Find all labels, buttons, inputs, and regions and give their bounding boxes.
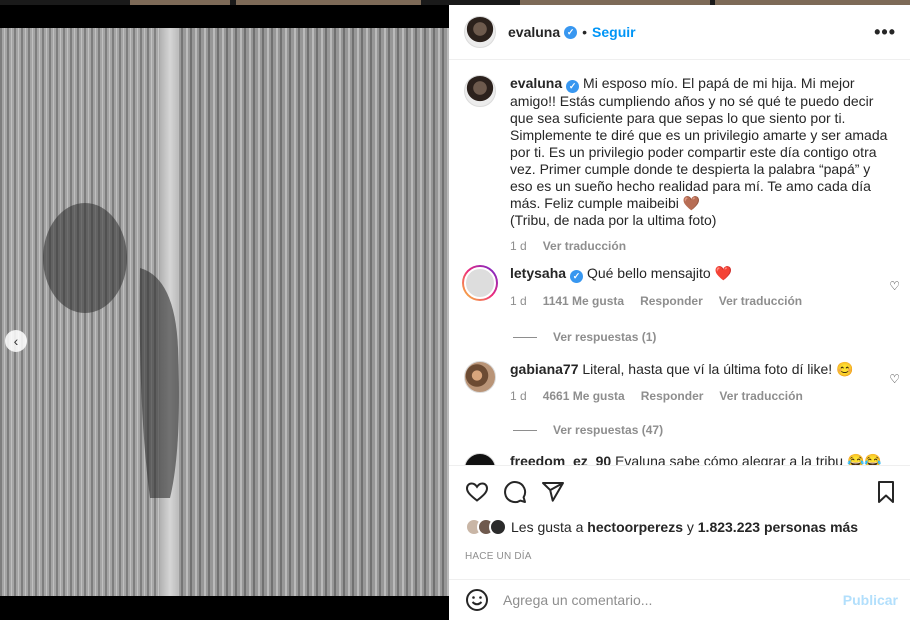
replies-line [513,429,537,431]
like-comment-heart-icon[interactable]: ♡ [889,279,900,293]
commenter-avatar [464,267,496,299]
comment-input[interactable] [503,592,833,608]
action-icons [465,480,565,504]
likes-user[interactable]: hectoorperezs [587,519,683,535]
separator-dot: • [582,24,588,40]
caption-username[interactable]: evaluna [510,75,562,91]
likes-summary: Les gusta a hectoorperezs y 1.823.223 pe… [465,518,858,536]
background-thumb [130,0,230,5]
verified-icon: ✓ [564,25,578,39]
post-header: evaluna ✓ • Seguir ••• [449,5,910,60]
caption-text-block: evaluna ✓ Mi esposo mío. El papá de mi hi… [510,75,890,229]
post-actions: Les gusta a hectoorperezs y 1.823.223 pe… [449,465,910,579]
comment-username[interactable]: letysaha [510,265,566,281]
comment-text-block: freedom_ez_90 Evaluna sabe cómo alegrar … [510,453,890,465]
view-replies-button[interactable]: Ver respuestas (1) [513,330,656,344]
verified-icon: ✓ [566,80,580,93]
view-replies-label: Ver respuestas (1) [553,330,657,344]
likes-connector: y [686,519,694,535]
like-heart-icon[interactable] [465,480,489,504]
author-avatar[interactable] [464,75,496,107]
commenter-avatar-ring[interactable] [462,265,498,301]
view-replies-button[interactable]: Ver respuestas (47) [513,423,663,437]
share-send-icon[interactable] [541,480,565,504]
emoji-smiley-icon[interactable] [465,588,489,612]
caption-text-2: (Tribu, de nada por la ultima foto) [510,212,717,228]
post-media[interactable]: ‹ [0,28,449,596]
comment-text: Qué bello mensajito ❤️ [586,265,732,281]
translate-link[interactable]: Ver traducción [719,389,802,403]
comments-list[interactable]: evaluna ✓ Mi esposo mío. El papá de mi hi… [449,61,910,465]
comment-username[interactable]: freedom_ez_90 [510,453,611,465]
background-thumb [236,0,421,5]
author-username[interactable]: evaluna [508,24,560,40]
reply-button[interactable]: Responder [641,389,704,403]
like-comment-heart-icon[interactable]: ♡ [889,372,900,386]
reply-button[interactable]: Responder [640,294,703,308]
comment-text: Literal, hasta que ví la última foto dí … [582,361,854,377]
publish-button[interactable]: Publicar [843,592,898,608]
caption-meta: 1 d Ver traducción [510,239,890,253]
commenter-avatar[interactable] [464,453,496,465]
save-bookmark-icon[interactable] [874,480,898,504]
comment-item: freedom_ez_90 Evaluna sabe cómo alegrar … [464,453,890,465]
follow-button[interactable]: Seguir [592,24,636,40]
comment-text-block: letysaha ✓ Qué bello mensajito ❤️ [510,265,890,283]
caption-translate-link[interactable]: Ver traducción [543,239,626,253]
likes-others[interactable]: 1.823.223 personas más [698,519,858,535]
caption-time: 1 d [510,239,527,253]
post-panel: evaluna ✓ • Seguir ••• evaluna ✓ Mi espos… [449,5,910,620]
comment-time: 1 d [510,389,527,403]
comment-bubble-icon[interactable] [503,480,527,504]
comment-likes[interactable]: 4661 Me gusta [543,389,625,403]
likes-text: Les gusta a hectoorperezs y 1.823.223 pe… [511,519,858,535]
post-photo [0,28,449,596]
author-avatar[interactable] [464,16,496,48]
comment-item: gabiana77 Literal, hasta que ví la últim… [464,361,890,403]
commenter-avatar[interactable] [464,361,496,393]
replies-line [513,336,537,338]
verified-icon: ✓ [570,270,584,283]
post-time[interactable]: HACE UN DÍA [465,551,532,562]
add-comment-bar: Publicar [449,579,910,620]
likes-prefix: Les gusta a [511,519,584,535]
comment-text-block: gabiana77 Literal, hasta que ví la últim… [510,361,890,378]
comment-likes[interactable]: 1141 Me gusta [543,294,624,308]
comment-item: letysaha ✓ Qué bello mensajito ❤️ 1 d 114… [462,265,890,308]
translate-link[interactable]: Ver traducción [719,294,802,308]
comment-meta: 1 d 1141 Me gusta Responder Ver traducci… [510,294,890,308]
caption: evaluna ✓ Mi esposo mío. El papá de mi hi… [464,75,890,253]
comment-username[interactable]: gabiana77 [510,361,578,377]
liker-avatar [489,518,507,536]
previous-photo-button[interactable]: ‹ [5,330,27,352]
caption-text: Mi esposo mío. El papá de mi hija. Mi me… [510,75,888,211]
more-options-button[interactable]: ••• [874,22,896,43]
comment-meta: 1 d 4661 Me gusta Responder Ver traducci… [510,389,890,403]
view-replies-label: Ver respuestas (47) [553,423,664,437]
comment-time: 1 d [510,294,527,308]
